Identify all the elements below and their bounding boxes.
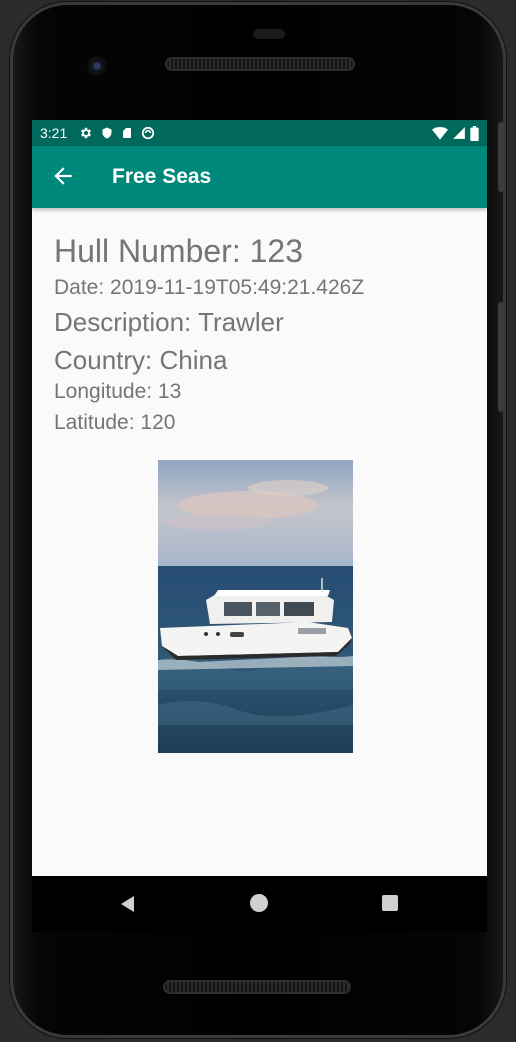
arrow-back-icon[interactable] (50, 163, 76, 189)
date-text: Date: 2019-11-19T05:49:21.426Z (54, 276, 365, 299)
sd-card-icon (123, 128, 132, 138)
country-text: Country: China (54, 345, 228, 375)
signal-icon (453, 127, 465, 139)
status-time: 3:21 (40, 125, 68, 141)
back-icon[interactable] (118, 894, 138, 914)
boat-image (158, 460, 353, 753)
navigation-bar (32, 876, 487, 932)
description-text: Description: Trawler (54, 307, 284, 337)
front-camera-icon (87, 56, 107, 76)
settings-icon (81, 127, 92, 139)
vessel-photo (158, 460, 353, 753)
status-icons-right (432, 125, 479, 141)
status-icons-left (79, 126, 155, 140)
sensor-slot (253, 29, 285, 39)
shield-icon (102, 127, 112, 139)
power-button (498, 302, 504, 412)
hull-number-text: Hull Number: 123 (54, 233, 303, 269)
app-bar: Free Seas (32, 146, 487, 208)
vessel-details: Hull Number: 123 Date: 2019-11-19T05:49:… (54, 232, 364, 437)
status-bar: 3:21 (32, 120, 487, 146)
app-title: Free Seas (112, 165, 212, 188)
home-icon[interactable] (250, 894, 268, 912)
volume-button (498, 122, 504, 192)
recents-icon[interactable] (382, 895, 398, 911)
earpiece-speaker (165, 57, 355, 71)
wifi-icon (432, 127, 448, 140)
latitude-text: Latitude: 120 (54, 411, 176, 434)
sync-icon (142, 126, 155, 140)
longitude-text: Longitude: 13 (54, 380, 182, 403)
battery-icon (470, 125, 479, 141)
device-screen: 3:21 Free Seas Hull Number: 123 Date: 20… (32, 120, 487, 876)
bottom-speaker (163, 980, 351, 994)
